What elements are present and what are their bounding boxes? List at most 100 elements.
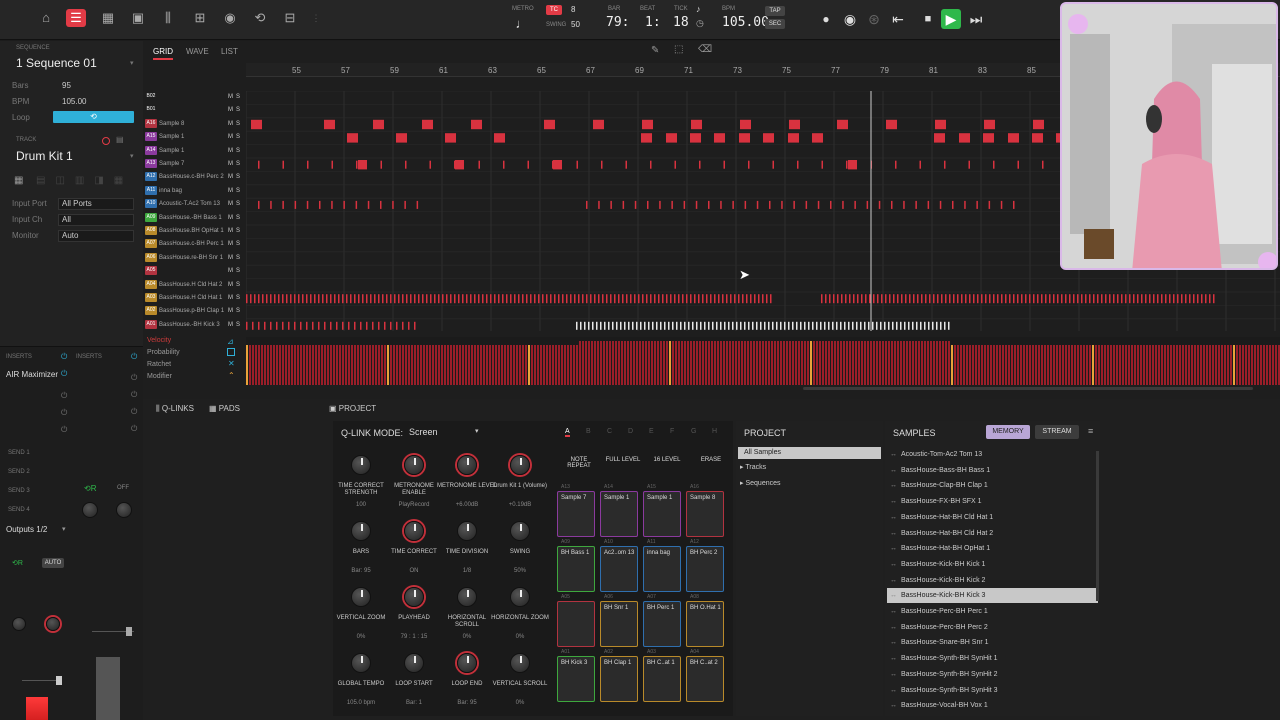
- note[interactable]: [682, 294, 684, 304]
- velocity-bar[interactable]: [777, 341, 779, 385]
- note[interactable]: [1033, 294, 1035, 304]
- note[interactable]: [446, 294, 448, 304]
- velocity-bar[interactable]: [372, 345, 374, 385]
- note[interactable]: [406, 294, 408, 304]
- note[interactable]: [893, 294, 895, 304]
- note[interactable]: [373, 119, 384, 130]
- note[interactable]: [466, 294, 468, 304]
- velocity-bar[interactable]: [741, 341, 743, 385]
- note[interactable]: [426, 294, 428, 304]
- velocity-bar[interactable]: [324, 345, 326, 385]
- note-selected[interactable]: [860, 321, 862, 330]
- note-selected[interactable]: [916, 321, 918, 330]
- velocity-bar[interactable]: [897, 341, 899, 385]
- note[interactable]: [522, 294, 524, 304]
- velocity-bar[interactable]: [381, 345, 383, 385]
- note[interactable]: [282, 294, 284, 304]
- track-row[interactable]: A05 MS: [145, 265, 243, 277]
- note[interactable]: [1017, 294, 1019, 304]
- velocity-bar[interactable]: [1152, 345, 1154, 385]
- velocity-bar[interactable]: [819, 341, 821, 385]
- note[interactable]: [1125, 294, 1127, 304]
- note[interactable]: [1141, 294, 1143, 304]
- note[interactable]: [634, 294, 636, 304]
- drum-pad[interactable]: A14 Sample 1: [600, 484, 638, 537]
- velocity-bar[interactable]: [384, 345, 386, 385]
- note[interactable]: [1133, 294, 1135, 304]
- note[interactable]: [670, 294, 672, 304]
- note[interactable]: [398, 294, 400, 304]
- note[interactable]: [666, 133, 677, 143]
- velocity-bar[interactable]: [1047, 345, 1049, 385]
- note[interactable]: [1045, 294, 1047, 304]
- note[interactable]: [988, 200, 991, 209]
- note-selected[interactable]: [712, 321, 714, 330]
- eraser-tool-icon[interactable]: ⌫: [698, 44, 712, 55]
- note[interactable]: [812, 133, 823, 143]
- velocity-bar[interactable]: [351, 345, 353, 385]
- note[interactable]: [622, 294, 624, 304]
- drum-pad[interactable]: A15 Sample 1: [643, 484, 681, 537]
- velocity-bar[interactable]: [528, 345, 530, 385]
- velocity-bar[interactable]: [747, 341, 749, 385]
- note[interactable]: [821, 160, 824, 169]
- note[interactable]: [331, 160, 334, 169]
- qlink-mode-select[interactable]: Screen: [409, 427, 483, 439]
- note[interactable]: [949, 294, 951, 304]
- velocity-bar[interactable]: [471, 345, 473, 385]
- note[interactable]: [837, 294, 839, 304]
- note[interactable]: [756, 200, 759, 209]
- velocity-bar[interactable]: [861, 341, 863, 385]
- pad-bank-button[interactable]: D: [628, 428, 633, 435]
- velocity-bar[interactable]: [459, 345, 461, 385]
- note[interactable]: [342, 321, 344, 330]
- velocity-bar[interactable]: [327, 345, 329, 385]
- velocity-bar[interactable]: [1161, 345, 1163, 385]
- note-selected[interactable]: [872, 321, 874, 330]
- sample-item[interactable]: ↔ BassHouse-Kick-BH Kick 1: [887, 557, 1098, 572]
- note[interactable]: [262, 294, 264, 304]
- note[interactable]: [1073, 294, 1075, 304]
- note[interactable]: [390, 294, 392, 304]
- note[interactable]: [1029, 294, 1031, 304]
- note-selected[interactable]: [728, 321, 730, 330]
- velocity-bar[interactable]: [891, 341, 893, 385]
- bpm-value[interactable]: 105.00: [722, 15, 769, 30]
- note[interactable]: [1121, 294, 1123, 304]
- mute-solo-buttons[interactable]: MS: [228, 185, 243, 197]
- note[interactable]: [762, 294, 764, 304]
- note[interactable]: [622, 200, 625, 209]
- velocity-bar[interactable]: [303, 345, 305, 385]
- note[interactable]: [690, 133, 701, 143]
- velocity-bar[interactable]: [279, 345, 281, 385]
- drum-pad[interactable]: A16 Sample 8: [686, 484, 724, 537]
- velocity-bar[interactable]: [366, 345, 368, 385]
- note[interactable]: [919, 160, 922, 169]
- note[interactable]: [454, 160, 456, 169]
- note[interactable]: [935, 119, 946, 130]
- beat-value[interactable]: 1:: [645, 15, 661, 30]
- velocity-bar[interactable]: [348, 345, 350, 385]
- velocity-bar[interactable]: [339, 345, 341, 385]
- bpm-row[interactable]: BPM 105.00: [12, 97, 86, 106]
- velocity-bar[interactable]: [282, 345, 284, 385]
- note[interactable]: [848, 160, 857, 170]
- note-selected[interactable]: [696, 321, 698, 330]
- note[interactable]: [254, 294, 256, 304]
- note[interactable]: [750, 294, 752, 304]
- velocity-bar[interactable]: [1026, 345, 1028, 385]
- note[interactable]: [594, 294, 596, 304]
- note[interactable]: [258, 160, 260, 169]
- sec-button[interactable]: SEC: [765, 19, 785, 29]
- note-selected[interactable]: [892, 321, 894, 330]
- velocity-bar[interactable]: [651, 341, 653, 385]
- note[interactable]: [766, 294, 768, 304]
- velocity-bar[interactable]: [1059, 345, 1061, 385]
- velocity-bar[interactable]: [1050, 345, 1052, 385]
- seq-bpm-value[interactable]: 105.00: [62, 97, 86, 106]
- drum-pad[interactable]: A03 BH C..at 1: [643, 649, 681, 702]
- velocity-bar[interactable]: [1173, 345, 1175, 385]
- note[interactable]: [638, 294, 640, 304]
- velocity-bar[interactable]: [342, 345, 344, 385]
- note-selected[interactable]: [808, 321, 810, 330]
